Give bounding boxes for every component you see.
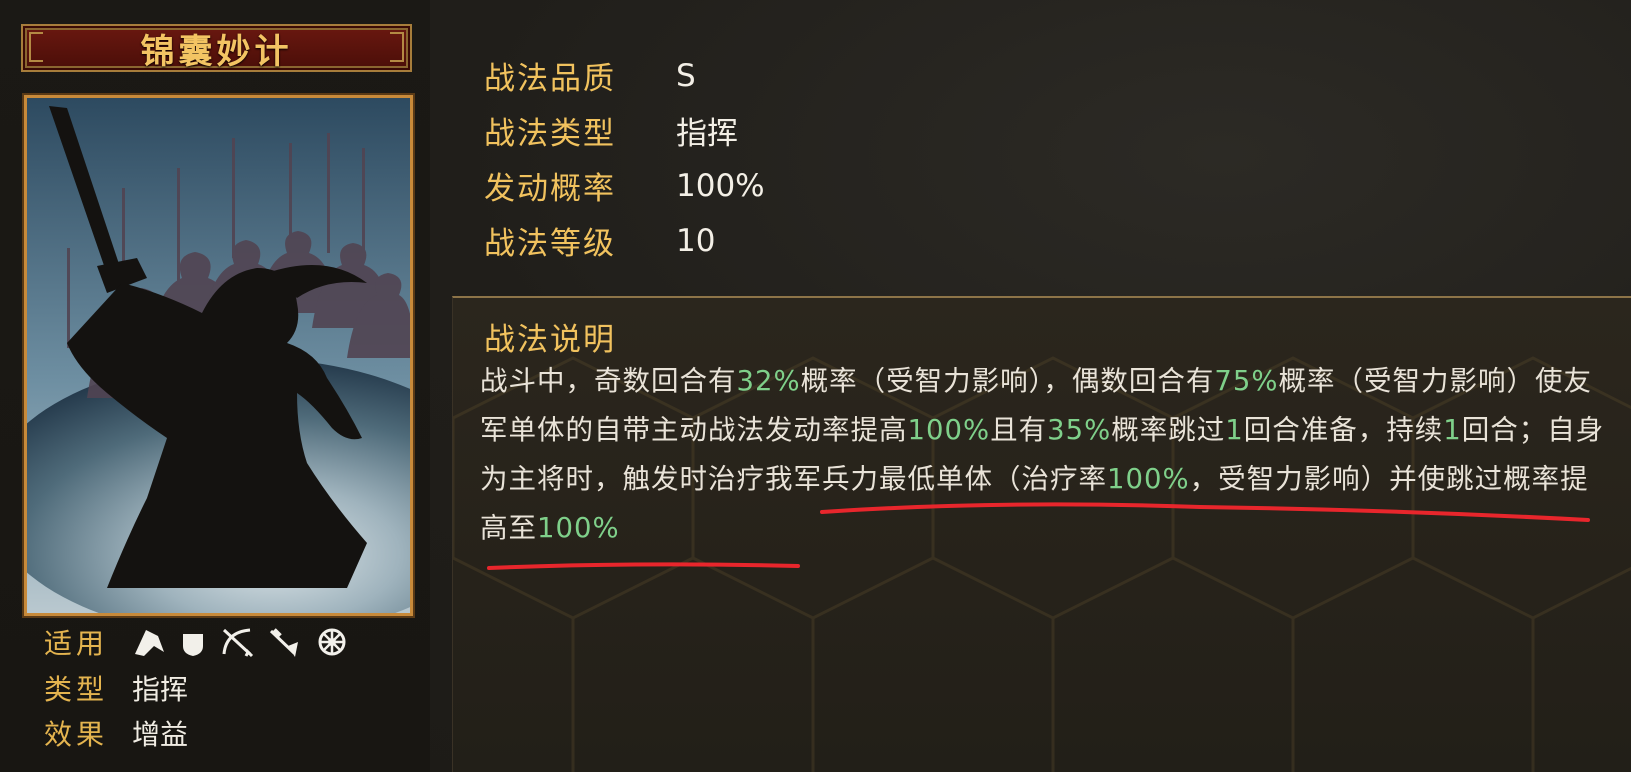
effect-row: 效果 增益 — [44, 713, 188, 753]
applicable-row: 适用 — [44, 622, 348, 662]
skill-name: 锦囊妙计 — [140, 31, 293, 72]
description-segment: 概率（受智力影响），偶数回合有 — [800, 365, 1215, 397]
highlight-value: 35% — [1047, 414, 1112, 446]
banner-corner-ornament — [29, 32, 43, 62]
stat-value: S — [676, 57, 696, 94]
stat-row-quality: 战法品质 S — [484, 53, 696, 98]
highlight-value: 1 — [1443, 414, 1462, 446]
description-segment: 且有 — [990, 414, 1048, 446]
stat-row-type: 战法类型 指挥 — [484, 108, 738, 153]
highlight-value: 32% — [736, 365, 801, 397]
description-title: 战法说明 — [484, 322, 616, 358]
unit-type-icons — [132, 626, 348, 658]
applicable-label: 适用 — [44, 627, 109, 660]
highlight-value: 1 — [1225, 414, 1244, 446]
effect-value: 增益 — [132, 718, 189, 751]
stat-row-trigger-rate: 发动概率 100% — [484, 163, 765, 208]
highlight-value: 75% — [1214, 365, 1279, 397]
stat-value: 指挥 — [676, 116, 738, 152]
cavalry-icon — [135, 630, 164, 656]
description-text: 战斗中，奇数回合有32%概率（受智力影响），偶数回合有75%概率（受智力影响）使… — [480, 357, 1612, 553]
wheel-icon — [318, 628, 346, 656]
shield-icon — [183, 630, 203, 656]
description-segment: 战斗中，奇数回合有 — [480, 365, 737, 397]
effect-label: 效果 — [44, 718, 109, 751]
highlight-value: 100% — [537, 512, 620, 544]
stat-label: 发动概率 — [484, 171, 616, 207]
skill-title-banner: 锦囊妙计 — [21, 24, 412, 72]
skill-card-art — [24, 95, 413, 616]
stat-label: 战法等级 — [484, 226, 616, 262]
description-segment: 回合准备，持续 — [1243, 414, 1444, 446]
type-label: 类型 — [44, 673, 109, 706]
type-row: 类型 指挥 — [44, 668, 188, 708]
banner-corner-ornament — [390, 32, 404, 62]
highlight-value: 100% — [1107, 463, 1190, 495]
stat-label: 战法品质 — [484, 61, 616, 97]
stat-label: 战法类型 — [484, 116, 616, 152]
stat-value: 100% — [676, 167, 765, 204]
stat-value: 10 — [676, 222, 716, 259]
stat-row-level: 战法等级 10 — [484, 218, 715, 263]
warrior-silhouette-illustration — [27, 98, 410, 613]
highlight-value: 100% — [907, 414, 991, 446]
type-value: 指挥 — [132, 673, 189, 706]
spear-icon — [269, 628, 298, 657]
description-segment: 概率跳过 — [1111, 414, 1226, 446]
bow-icon — [222, 628, 254, 658]
